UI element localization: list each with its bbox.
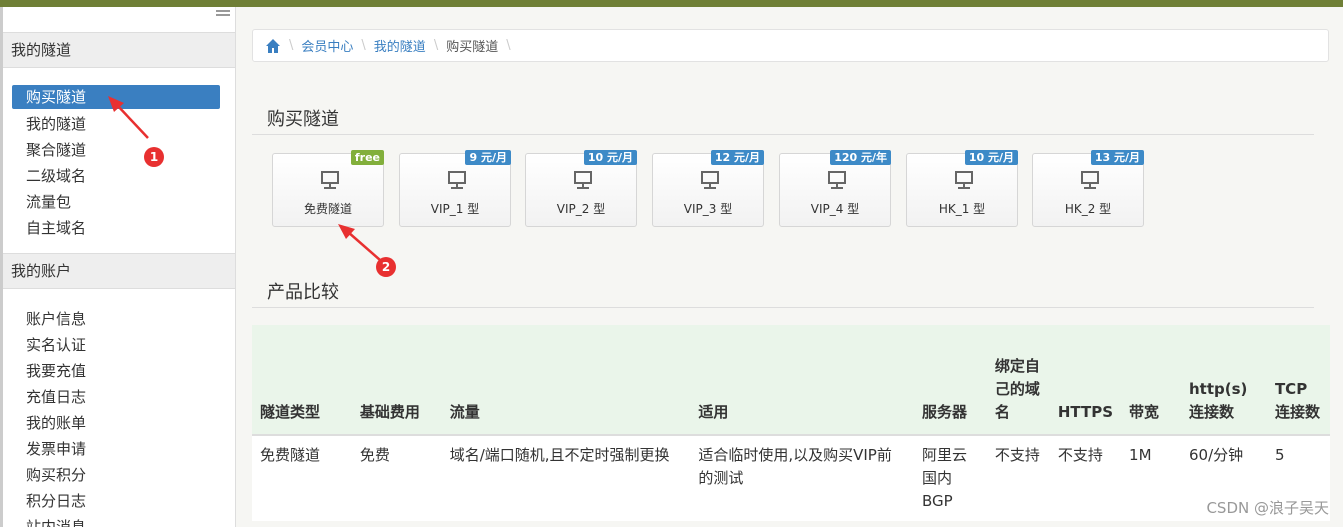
arrow-icon: [108, 96, 149, 139]
annotation-badge-2: 2: [376, 257, 396, 277]
annotation-badge-1: 1: [144, 147, 164, 167]
arrow-icon: [338, 224, 381, 261]
watermark: CSDN @浪子吴天: [1206, 499, 1329, 517]
annotation-arrows: [108, 96, 381, 261]
